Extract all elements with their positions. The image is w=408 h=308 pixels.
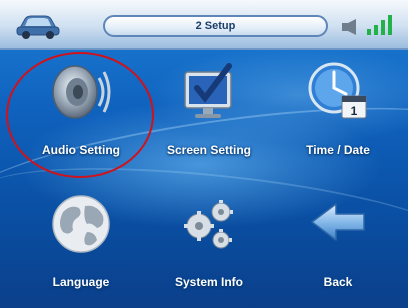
menu-item-back[interactable]: Back bbox=[275, 192, 401, 302]
menu-item-time-date[interactable]: 1 Time / Date bbox=[275, 60, 401, 170]
menu-item-label: Audio Setting bbox=[42, 143, 120, 157]
menu-item-audio-setting[interactable]: Audio Setting bbox=[18, 60, 144, 170]
menu-item-screen-setting[interactable]: Screen Setting bbox=[146, 60, 272, 170]
setup-screen: 2 Setup Audio Setting Screen Setting 1 T… bbox=[0, 0, 408, 308]
gears-icon bbox=[184, 200, 233, 249]
menu-item-label: Time / Date bbox=[306, 143, 370, 157]
svg-text:1: 1 bbox=[351, 104, 358, 118]
menu-item-system-info[interactable]: System Info bbox=[146, 192, 272, 302]
car-icon[interactable] bbox=[14, 10, 62, 40]
speaker-cone-icon bbox=[52, 65, 111, 119]
menu-item-label: Language bbox=[52, 275, 110, 289]
monitor-check-icon bbox=[184, 63, 232, 118]
clock-calendar-icon: 1 bbox=[308, 62, 367, 119]
back-arrow-icon bbox=[311, 203, 365, 241]
menu-item-label: Screen Setting bbox=[166, 143, 252, 157]
top-bar: 2 Setup bbox=[0, 0, 408, 50]
page-title: 2 Setup bbox=[103, 15, 328, 37]
globe-icon bbox=[52, 195, 110, 253]
menu-item-label: Back bbox=[323, 275, 353, 289]
menu-item-label: System Info bbox=[174, 275, 243, 289]
speaker-icon[interactable] bbox=[341, 18, 361, 36]
signal-strength-icon bbox=[367, 15, 392, 35]
menu-item-language[interactable]: Language bbox=[18, 192, 144, 302]
